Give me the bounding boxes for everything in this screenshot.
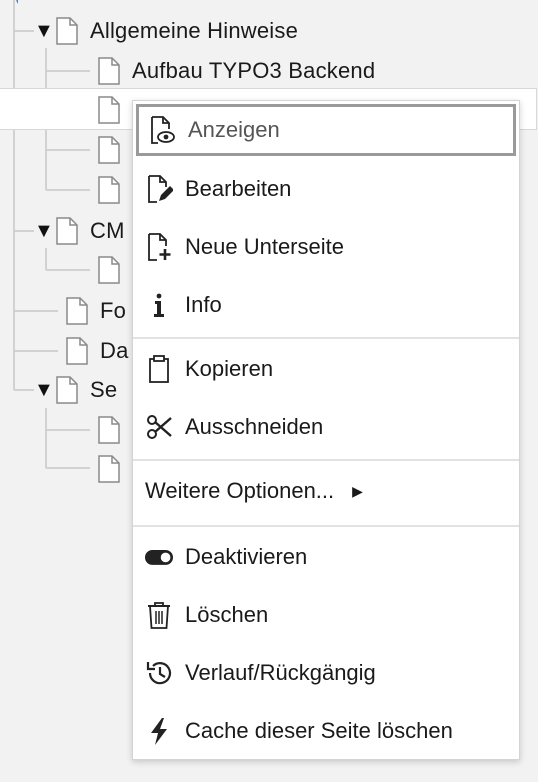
context-menu: Anzeigen Bearbeiten Neue Unterseite Info… <box>132 100 520 760</box>
menu-item-label: Deaktivieren <box>185 544 308 569</box>
menu-item-loeschen[interactable]: Löschen <box>133 589 519 641</box>
tree-node[interactable] <box>96 133 132 167</box>
tree-node[interactable]: ▼ Se <box>34 373 117 407</box>
trash-icon <box>145 600 173 630</box>
menu-divider <box>133 337 519 339</box>
page-icon <box>98 96 120 124</box>
page-icon <box>98 416 120 444</box>
tree-node-label: Allgemeine Hinweise <box>90 18 299 43</box>
menu-item-bearbeiten[interactable]: Bearbeiten <box>133 163 519 215</box>
menu-item-anzeigen[interactable]: Anzeigen <box>136 104 516 156</box>
menu-item-info[interactable]: Info <box>133 279 519 331</box>
menu-item-ausschneiden[interactable]: Ausschneiden <box>133 401 519 453</box>
menu-item-verlauf[interactable]: Verlauf/Rückgängig <box>133 647 519 699</box>
menu-item-label: Bearbeiten <box>185 176 292 201</box>
page-icon <box>98 136 120 164</box>
tree-node-label: Da <box>100 338 129 363</box>
tree-node[interactable]: Fo <box>64 294 126 328</box>
menu-item-label: Cache dieser Seite löschen <box>185 718 453 743</box>
tree-node[interactable] <box>96 452 132 486</box>
menu-item-cache-loeschen[interactable]: Cache dieser Seite löschen <box>133 705 519 757</box>
tree-node[interactable]: Da <box>64 334 129 368</box>
collapse-toggle-icon[interactable]: ▼ <box>34 221 54 241</box>
menu-item-label: Verlauf/Rückgängig <box>185 660 376 685</box>
menu-item-kopieren[interactable]: Kopieren <box>133 343 519 395</box>
menu-item-label: Löschen <box>185 602 269 627</box>
page-icon <box>56 376 78 404</box>
collapse-toggle-icon[interactable]: ▼ <box>34 21 54 41</box>
page-icon <box>66 337 88 365</box>
clipboard-icon <box>145 354 173 384</box>
collapse-toggle-icon[interactable]: ▼ <box>34 380 54 400</box>
toggle-icon <box>145 542 173 572</box>
menu-item-label: Neue Unterseite <box>185 234 344 259</box>
tree-node[interactable]: ▼ CM <box>34 214 125 248</box>
menu-item-label: Kopieren <box>185 356 274 381</box>
menu-item-deaktivieren[interactable]: Deaktivieren <box>133 531 519 583</box>
menu-item-label: Ausschneiden <box>185 414 324 439</box>
page-icon <box>56 17 78 45</box>
tree-node[interactable] <box>96 173 132 207</box>
tree-node[interactable] <box>96 253 132 287</box>
tree-node[interactable] <box>96 93 132 127</box>
menu-item-label: Anzeigen <box>188 117 280 142</box>
tree-node[interactable] <box>96 413 132 447</box>
page-icon <box>98 176 120 204</box>
tree-node-label: Se <box>90 377 118 402</box>
tree-node[interactable]: Aufbau TYPO3 Backend <box>96 54 375 88</box>
tree-node-label: Fo <box>100 298 127 323</box>
submenu-arrow-icon: ▶ <box>352 482 363 499</box>
page-icon <box>98 455 120 483</box>
info-icon <box>145 290 173 320</box>
menu-item-weitere-optionen[interactable]: Weitere Optionen... ▶ <box>133 465 519 517</box>
menu-divider <box>133 525 519 527</box>
menu-item-neue-unterseite[interactable]: Neue Unterseite <box>133 221 519 273</box>
tree-node[interactable]: ▼ Allgemeine Hinweise <box>34 14 298 48</box>
page-icon <box>56 217 78 245</box>
page-icon <box>66 297 88 325</box>
page-edit-icon <box>145 174 173 204</box>
menu-divider <box>133 459 519 461</box>
menu-item-label: Info <box>185 292 222 317</box>
history-icon <box>145 658 173 688</box>
tree-node-label: Aufbau TYPO3 Backend <box>132 58 376 83</box>
menu-item-label: Weitere Optionen... <box>145 478 335 503</box>
page-view-icon <box>148 115 176 145</box>
lightning-icon <box>145 716 173 746</box>
page-icon <box>98 57 120 85</box>
scissors-icon <box>145 412 173 442</box>
tree-node-label: CM <box>90 218 125 243</box>
page-new-icon <box>145 232 173 262</box>
page-icon <box>98 256 120 284</box>
